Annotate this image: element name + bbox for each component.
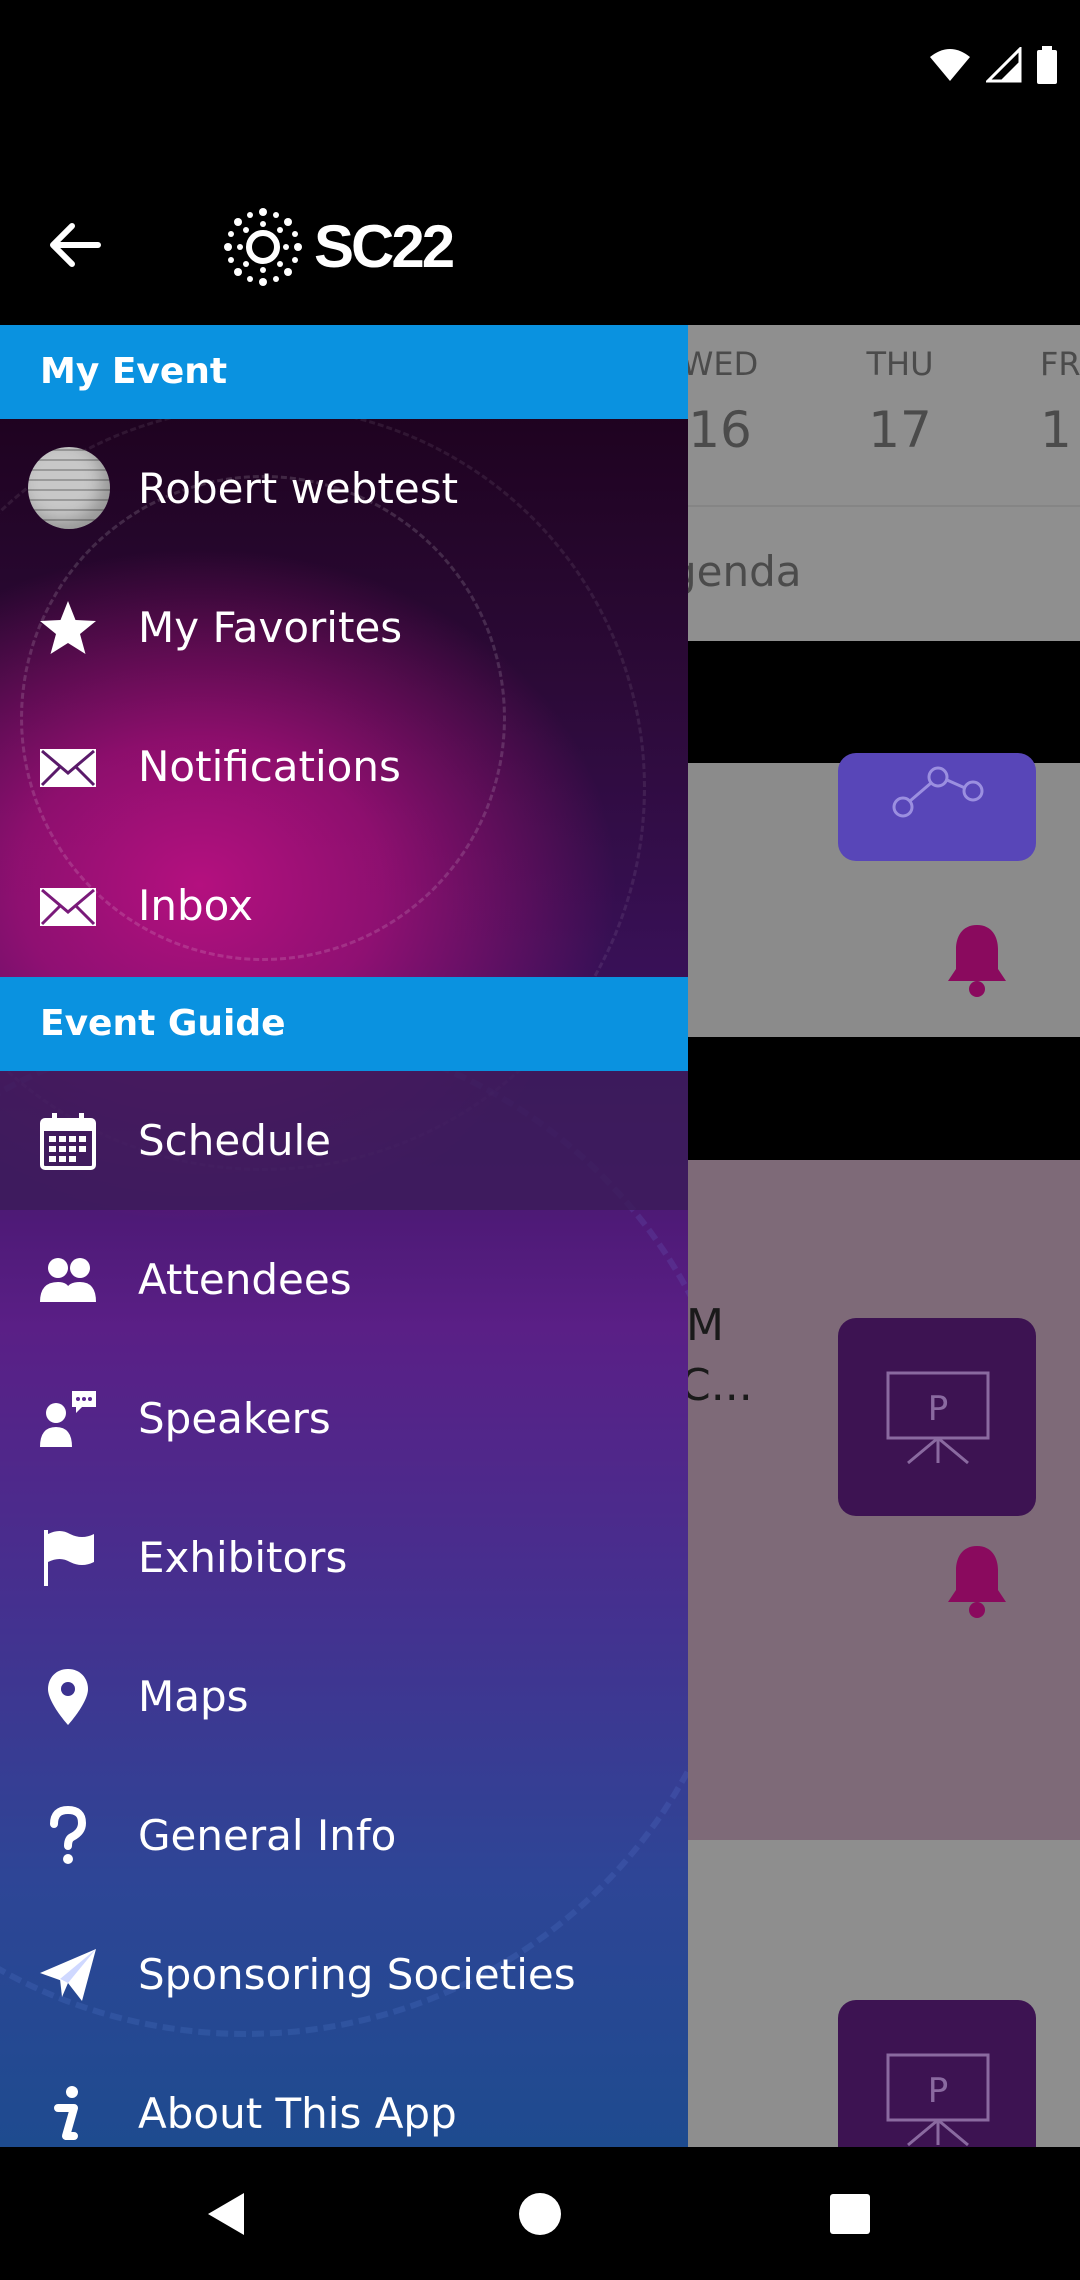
svg-text:P: P <box>928 1389 949 1429</box>
speaker-icon <box>40 1391 96 1447</box>
bell-icon[interactable] <box>942 1540 1012 1620</box>
day-number: 17 <box>868 401 932 459</box>
presentation-icon: P <box>886 2053 990 2147</box>
svg-text:P: P <box>928 2071 949 2111</box>
menu-item-label: Sponsoring Societies <box>138 1950 576 1999</box>
menu-item-label: Notifications <box>138 742 401 791</box>
session-title-fragment: C... <box>680 1360 753 1411</box>
menu-item-exhibitors[interactable]: Exhibitors <box>0 1488 688 1627</box>
menu-item-about-this-app[interactable]: About This App <box>0 2044 688 2147</box>
menu-item-profile[interactable]: Robert webtest <box>0 419 688 558</box>
envelope-icon <box>40 888 96 926</box>
paper-plane-icon <box>40 1949 96 2001</box>
logo-text: SC22 <box>314 213 455 280</box>
calendar-icon <box>40 1113 96 1170</box>
menu-item-my-favorites[interactable]: My Favorites <box>0 558 688 697</box>
question-icon <box>50 1806 87 1864</box>
signal-icon <box>986 47 1022 83</box>
nav-back-icon[interactable] <box>204 2191 248 2237</box>
menu-item-speakers[interactable]: Speakers <box>0 1349 688 1488</box>
section-header-event-guide: Event Guide <box>0 977 688 1071</box>
map-pin-icon <box>48 1669 88 1725</box>
status-bar <box>0 0 1080 130</box>
menu-item-label: About This App <box>138 2089 457 2138</box>
navigation-drawer: My Event Robert webtest My Favorites Not… <box>0 325 688 2147</box>
menu-item-maps[interactable]: Maps <box>0 1627 688 1766</box>
presentation-icon: P <box>886 1371 990 1465</box>
app-header <box>0 130 1080 325</box>
system-nav-bar <box>0 2147 1080 2280</box>
session-title-fragment: M <box>686 1300 724 1351</box>
logo-burst-icon <box>224 208 302 286</box>
day-number: 1 <box>1040 401 1072 459</box>
menu-item-general-info[interactable]: General Info <box>0 1766 688 1905</box>
menu-item-schedule[interactable]: Schedule <box>0 1071 688 1210</box>
menu-item-attendees[interactable]: Attendees <box>0 1210 688 1349</box>
day-fri[interactable]: FR 1 <box>1040 345 1080 459</box>
back-arrow-icon[interactable] <box>40 210 110 280</box>
menu-item-label: Robert webtest <box>138 464 459 513</box>
network-icon <box>892 766 984 818</box>
status-icons <box>928 46 1058 84</box>
menu-item-label: Maps <box>138 1672 249 1721</box>
menu-item-label: Exhibitors <box>138 1533 348 1582</box>
info-icon <box>54 2086 78 2140</box>
presentation-tile: P <box>838 2000 1036 2147</box>
menu-item-inbox[interactable]: Inbox <box>0 836 688 975</box>
bell-icon[interactable] <box>942 919 1012 999</box>
day-thu[interactable]: THU 17 <box>820 345 980 459</box>
nav-recents-icon[interactable] <box>828 2192 872 2236</box>
wifi-icon <box>930 49 970 81</box>
menu-item-label: General Info <box>138 1811 397 1860</box>
day-name: FR <box>1040 345 1080 383</box>
menu-item-sponsoring-societies[interactable]: Sponsoring Societies <box>0 1905 688 2044</box>
star-icon <box>40 601 96 654</box>
menu-item-label: Speakers <box>138 1394 331 1443</box>
session-type-tile <box>838 753 1036 861</box>
menu-item-label: Inbox <box>138 881 253 930</box>
sc22-logo: SC22 <box>216 200 466 295</box>
menu-item-label: Attendees <box>138 1255 352 1304</box>
menu-item-label: My Favorites <box>138 603 403 652</box>
section-header-my-event: My Event <box>0 325 688 419</box>
agenda-text: genda <box>670 547 802 596</box>
flag-icon <box>44 1530 94 1586</box>
envelope-icon <box>40 749 96 787</box>
menu-item-notifications[interactable]: Notifications <box>0 697 688 836</box>
people-icon <box>40 1258 96 1302</box>
battery-icon <box>1037 46 1057 84</box>
menu-item-label: Schedule <box>138 1116 331 1165</box>
day-name: THU <box>866 345 934 383</box>
presentation-tile: P <box>838 1318 1036 1516</box>
avatar <box>28 447 110 529</box>
nav-home-icon[interactable] <box>517 2191 563 2237</box>
